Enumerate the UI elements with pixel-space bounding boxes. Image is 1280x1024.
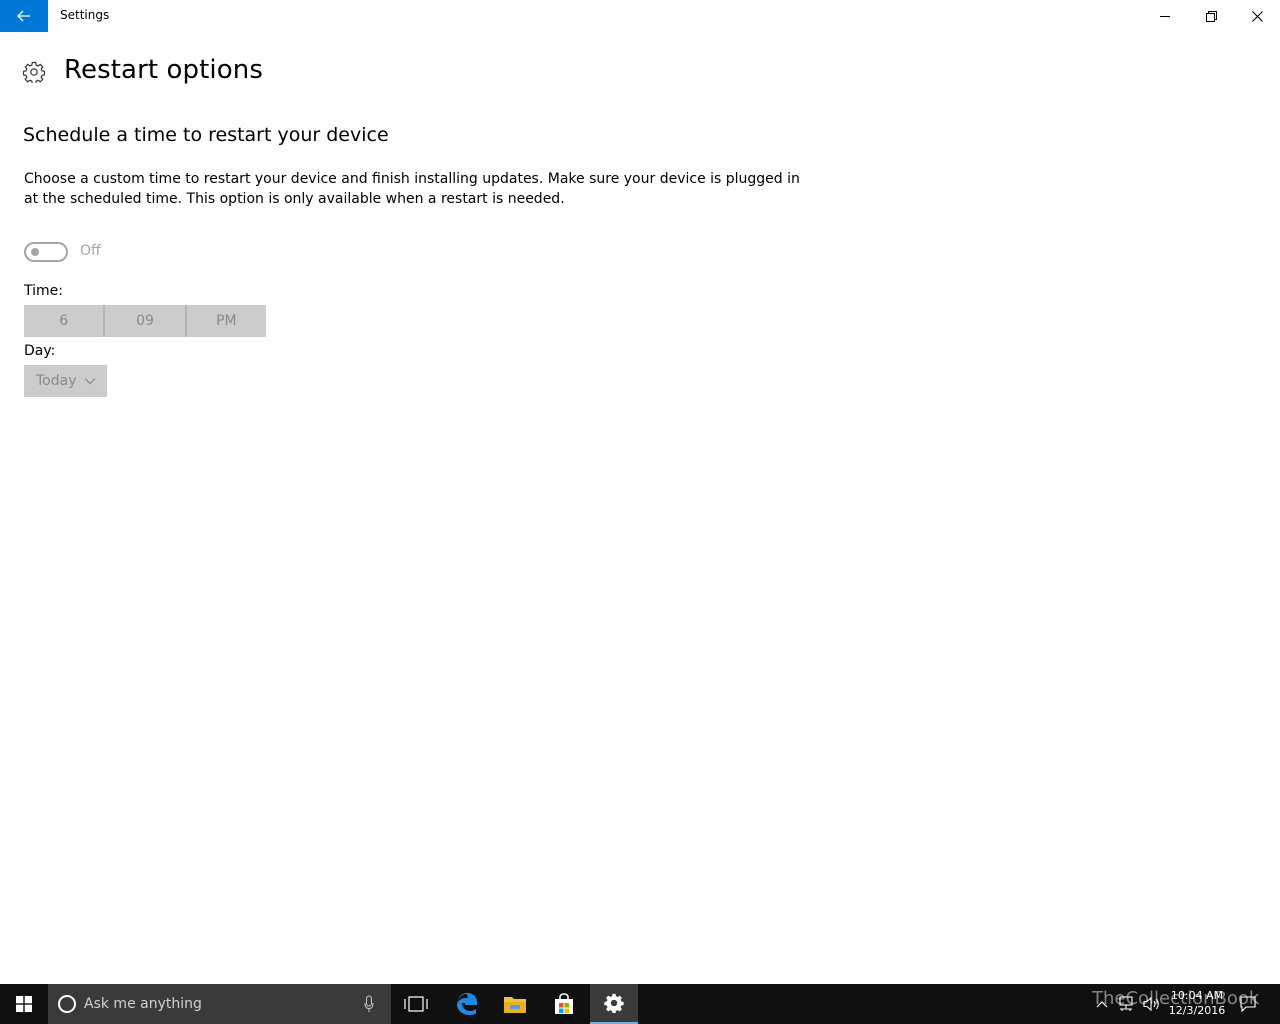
taskbar: Ask me anything TheCollectionBook 10:04 … [0, 984, 1280, 1024]
settings-taskbar-button[interactable] [590, 984, 638, 1024]
task-view-icon [404, 996, 428, 1012]
page-title: Restart options [64, 55, 263, 85]
network-button[interactable] [1114, 984, 1138, 1024]
taskbar-clock[interactable]: 10:04 AM 12/3/2016 [1166, 988, 1228, 1018]
minimize-icon [1159, 15, 1170, 17]
toggle-knob [31, 248, 39, 256]
volume-icon [1143, 996, 1159, 1012]
time-hour[interactable]: 6 [24, 305, 103, 337]
day-selected-value: Today [36, 373, 77, 389]
day-label: Day: [24, 343, 56, 359]
task-view-button[interactable] [392, 984, 440, 1024]
time-period[interactable]: PM [187, 305, 266, 337]
start-button[interactable] [0, 984, 48, 1024]
toggle-state-label: Off [80, 243, 101, 259]
settings-gear-icon [604, 993, 624, 1013]
restart-schedule-toggle[interactable] [24, 242, 68, 262]
title-bar: Settings [0, 0, 1280, 32]
chevron-down-icon [84, 378, 96, 385]
search-placeholder: Ask me anything [84, 996, 202, 1012]
network-icon [1119, 996, 1133, 1011]
section-description: Choose a custom time to restart your dev… [24, 171, 800, 207]
edge-icon [457, 993, 477, 1015]
tray-chevron-icon [1096, 1001, 1108, 1008]
file-explorer-icon [504, 997, 526, 1013]
store-taskbar-button[interactable] [540, 984, 588, 1024]
time-minute[interactable]: 09 [105, 305, 184, 337]
file-explorer-taskbar-button[interactable] [491, 984, 539, 1024]
show-hidden-icons-button[interactable] [1092, 984, 1112, 1024]
gear-icon [23, 61, 45, 83]
cortana-icon [58, 995, 76, 1013]
search-box[interactable]: Ask me anything [48, 984, 391, 1024]
day-dropdown[interactable]: Today [24, 365, 107, 397]
store-icon [555, 993, 573, 1014]
close-icon [1251, 10, 1263, 22]
clock-date: 12/3/2016 [1168, 1004, 1226, 1017]
restore-button[interactable] [1188, 0, 1234, 32]
section-title: Schedule a time to restart your device [23, 124, 389, 146]
time-picker: 6 09 PM [24, 305, 266, 337]
clock-time: 10:04 AM [1170, 989, 1224, 1002]
window-title: Settings [60, 8, 110, 22]
close-button[interactable] [1234, 0, 1280, 32]
microphone-icon[interactable] [364, 995, 374, 1013]
edge-taskbar-button[interactable] [443, 984, 491, 1024]
time-label: Time: [24, 283, 63, 299]
windows-logo-icon [16, 996, 32, 1012]
back-arrow-icon [17, 10, 30, 22]
back-button[interactable] [0, 0, 48, 32]
minimize-button[interactable] [1142, 0, 1188, 32]
action-center-button[interactable] [1232, 984, 1264, 1024]
volume-button[interactable] [1140, 984, 1164, 1024]
action-center-icon [1240, 996, 1256, 1012]
restore-icon [1205, 10, 1217, 22]
